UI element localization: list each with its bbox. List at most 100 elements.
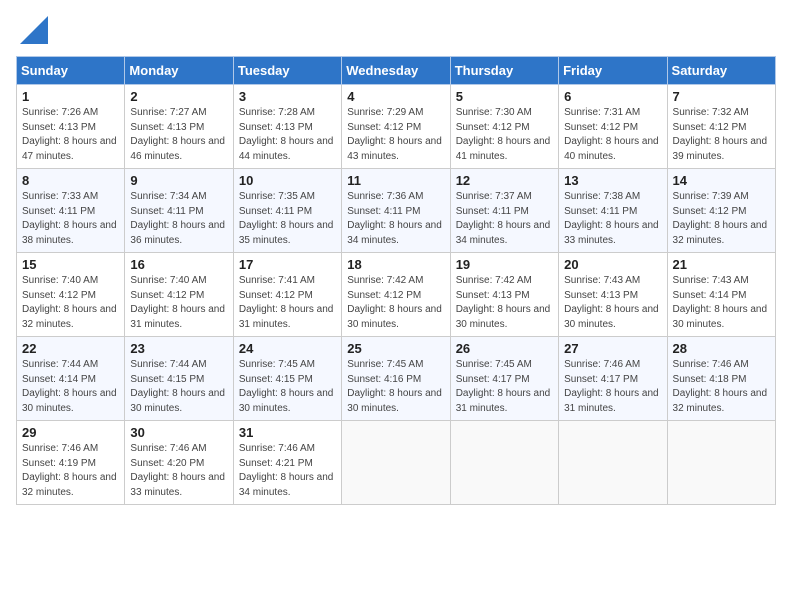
day-number: 19 [456, 257, 553, 272]
day-info: Sunrise: 7:41 AMSunset: 4:12 PMDaylight:… [239, 274, 336, 332]
calendar-cell: 17 Sunrise: 7:41 AMSunset: 4:12 PMDayligh… [233, 253, 341, 337]
day-info: Sunrise: 7:30 AMSunset: 4:12 PMDaylight:… [456, 106, 553, 164]
day-info: Sunrise: 7:42 AMSunset: 4:12 PMDaylight:… [347, 274, 444, 332]
day-number: 29 [22, 425, 119, 440]
header-sunday: Sunday [17, 57, 125, 85]
calendar-cell [342, 421, 450, 505]
calendar-cell: 1 Sunrise: 7:26 AMSunset: 4:13 PMDaylight… [17, 85, 125, 169]
calendar-cell: 28 Sunrise: 7:46 AMSunset: 4:18 PMDayligh… [667, 337, 775, 421]
calendar-cell: 15 Sunrise: 7:40 AMSunset: 4:12 PMDayligh… [17, 253, 125, 337]
day-info: Sunrise: 7:45 AMSunset: 4:17 PMDaylight:… [456, 358, 553, 416]
day-info: Sunrise: 7:39 AMSunset: 4:12 PMDaylight:… [673, 190, 770, 248]
day-number: 1 [22, 89, 119, 104]
day-info: Sunrise: 7:35 AMSunset: 4:11 PMDaylight:… [239, 190, 336, 248]
day-number: 20 [564, 257, 661, 272]
calendar-cell: 22Sunrise: 7:44 AMSunset: 4:14 PMDayligh… [17, 337, 125, 421]
calendar-cell: 24 Sunrise: 7:45 AMSunset: 4:15 PMDayligh… [233, 337, 341, 421]
calendar-cell: 30 Sunrise: 7:46 AMSunset: 4:20 PMDayligh… [125, 421, 233, 505]
day-number: 13 [564, 173, 661, 188]
day-number: 16 [130, 257, 227, 272]
day-info: Sunrise: 7:29 AMSunset: 4:12 PMDaylight:… [347, 106, 444, 164]
calendar-week-row: 15 Sunrise: 7:40 AMSunset: 4:12 PMDayligh… [17, 253, 776, 337]
header-tuesday: Tuesday [233, 57, 341, 85]
calendar-cell: 19 Sunrise: 7:42 AMSunset: 4:13 PMDayligh… [450, 253, 558, 337]
day-info: Sunrise: 7:36 AMSunset: 4:11 PMDaylight:… [347, 190, 444, 248]
day-info: Sunrise: 7:46 AMSunset: 4:19 PMDaylight:… [22, 442, 119, 500]
calendar-cell: 10 Sunrise: 7:35 AMSunset: 4:11 PMDayligh… [233, 169, 341, 253]
day-info: Sunrise: 7:37 AMSunset: 4:11 PMDaylight:… [456, 190, 553, 248]
day-number: 28 [673, 341, 770, 356]
calendar-cell: 9Sunrise: 7:34 AMSunset: 4:11 PMDaylight… [125, 169, 233, 253]
day-info: Sunrise: 7:34 AMSunset: 4:11 PMDaylight:… [130, 190, 227, 248]
day-info: Sunrise: 7:40 AMSunset: 4:12 PMDaylight:… [130, 274, 227, 332]
calendar-cell: 31 Sunrise: 7:46 AMSunset: 4:21 PMDayligh… [233, 421, 341, 505]
day-number: 11 [347, 173, 444, 188]
calendar-week-row: 8Sunrise: 7:33 AMSunset: 4:11 PMDaylight… [17, 169, 776, 253]
day-info: Sunrise: 7:43 AMSunset: 4:14 PMDaylight:… [673, 274, 770, 332]
day-info: Sunrise: 7:46 AMSunset: 4:18 PMDaylight:… [673, 358, 770, 416]
calendar-week-row: 22Sunrise: 7:44 AMSunset: 4:14 PMDayligh… [17, 337, 776, 421]
day-info: Sunrise: 7:46 AMSunset: 4:17 PMDaylight:… [564, 358, 661, 416]
day-info: Sunrise: 7:44 AMSunset: 4:15 PMDaylight:… [130, 358, 227, 416]
calendar-header-row: SundayMondayTuesdayWednesdayThursdayFrid… [17, 57, 776, 85]
day-number: 26 [456, 341, 553, 356]
calendar-week-row: 1 Sunrise: 7:26 AMSunset: 4:13 PMDaylight… [17, 85, 776, 169]
day-info: Sunrise: 7:42 AMSunset: 4:13 PMDaylight:… [456, 274, 553, 332]
day-number: 21 [673, 257, 770, 272]
day-number: 30 [130, 425, 227, 440]
calendar-cell: 4 Sunrise: 7:29 AMSunset: 4:12 PMDaylight… [342, 85, 450, 169]
day-number: 17 [239, 257, 336, 272]
calendar-cell: 29 Sunrise: 7:46 AMSunset: 4:19 PMDayligh… [17, 421, 125, 505]
day-number: 24 [239, 341, 336, 356]
calendar-cell: 13 Sunrise: 7:38 AMSunset: 4:11 PMDayligh… [559, 169, 667, 253]
day-info: Sunrise: 7:27 AMSunset: 4:13 PMDaylight:… [130, 106, 227, 164]
day-info: Sunrise: 7:46 AMSunset: 4:20 PMDaylight:… [130, 442, 227, 500]
header-thursday: Thursday [450, 57, 558, 85]
day-number: 27 [564, 341, 661, 356]
logo-icon [20, 16, 48, 44]
day-info: Sunrise: 7:45 AMSunset: 4:15 PMDaylight:… [239, 358, 336, 416]
calendar-table: SundayMondayTuesdayWednesdayThursdayFrid… [16, 56, 776, 505]
day-info: Sunrise: 7:26 AMSunset: 4:13 PMDaylight:… [22, 106, 119, 164]
calendar-cell: 14 Sunrise: 7:39 AMSunset: 4:12 PMDayligh… [667, 169, 775, 253]
header-friday: Friday [559, 57, 667, 85]
day-info: Sunrise: 7:33 AMSunset: 4:11 PMDaylight:… [22, 190, 119, 248]
day-info: Sunrise: 7:32 AMSunset: 4:12 PMDaylight:… [673, 106, 770, 164]
calendar-cell: 25Sunrise: 7:45 AMSunset: 4:16 PMDayligh… [342, 337, 450, 421]
day-number: 6 [564, 89, 661, 104]
calendar-cell [450, 421, 558, 505]
day-number: 2 [130, 89, 227, 104]
header-wednesday: Wednesday [342, 57, 450, 85]
calendar-cell: 11 Sunrise: 7:36 AMSunset: 4:11 PMDayligh… [342, 169, 450, 253]
day-number: 5 [456, 89, 553, 104]
calendar-cell: 6 Sunrise: 7:31 AMSunset: 4:12 PMDaylight… [559, 85, 667, 169]
day-info: Sunrise: 7:31 AMSunset: 4:12 PMDaylight:… [564, 106, 661, 164]
day-number: 4 [347, 89, 444, 104]
calendar-cell: 2 Sunrise: 7:27 AMSunset: 4:13 PMDaylight… [125, 85, 233, 169]
calendar-cell: 8Sunrise: 7:33 AMSunset: 4:11 PMDaylight… [17, 169, 125, 253]
calendar-cell: 21 Sunrise: 7:43 AMSunset: 4:14 PMDayligh… [667, 253, 775, 337]
day-info: Sunrise: 7:46 AMSunset: 4:21 PMDaylight:… [239, 442, 336, 500]
calendar-week-row: 29 Sunrise: 7:46 AMSunset: 4:19 PMDayligh… [17, 421, 776, 505]
day-number: 7 [673, 89, 770, 104]
calendar-cell: 26 Sunrise: 7:45 AMSunset: 4:17 PMDayligh… [450, 337, 558, 421]
day-info: Sunrise: 7:45 AMSunset: 4:16 PMDaylight:… [347, 358, 444, 416]
day-number: 31 [239, 425, 336, 440]
day-info: Sunrise: 7:40 AMSunset: 4:12 PMDaylight:… [22, 274, 119, 332]
calendar-cell: 12 Sunrise: 7:37 AMSunset: 4:11 PMDayligh… [450, 169, 558, 253]
logo [16, 16, 48, 44]
day-number: 23 [130, 341, 227, 356]
calendar-cell: 3Sunrise: 7:28 AMSunset: 4:13 PMDaylight… [233, 85, 341, 169]
day-info: Sunrise: 7:38 AMSunset: 4:11 PMDaylight:… [564, 190, 661, 248]
calendar-cell: 18 Sunrise: 7:42 AMSunset: 4:12 PMDayligh… [342, 253, 450, 337]
header-monday: Monday [125, 57, 233, 85]
calendar-cell: 16 Sunrise: 7:40 AMSunset: 4:12 PMDayligh… [125, 253, 233, 337]
calendar-cell: 27 Sunrise: 7:46 AMSunset: 4:17 PMDayligh… [559, 337, 667, 421]
day-number: 15 [22, 257, 119, 272]
day-number: 10 [239, 173, 336, 188]
day-number: 18 [347, 257, 444, 272]
day-number: 12 [456, 173, 553, 188]
day-info: Sunrise: 7:43 AMSunset: 4:13 PMDaylight:… [564, 274, 661, 332]
day-number: 14 [673, 173, 770, 188]
calendar-cell [667, 421, 775, 505]
